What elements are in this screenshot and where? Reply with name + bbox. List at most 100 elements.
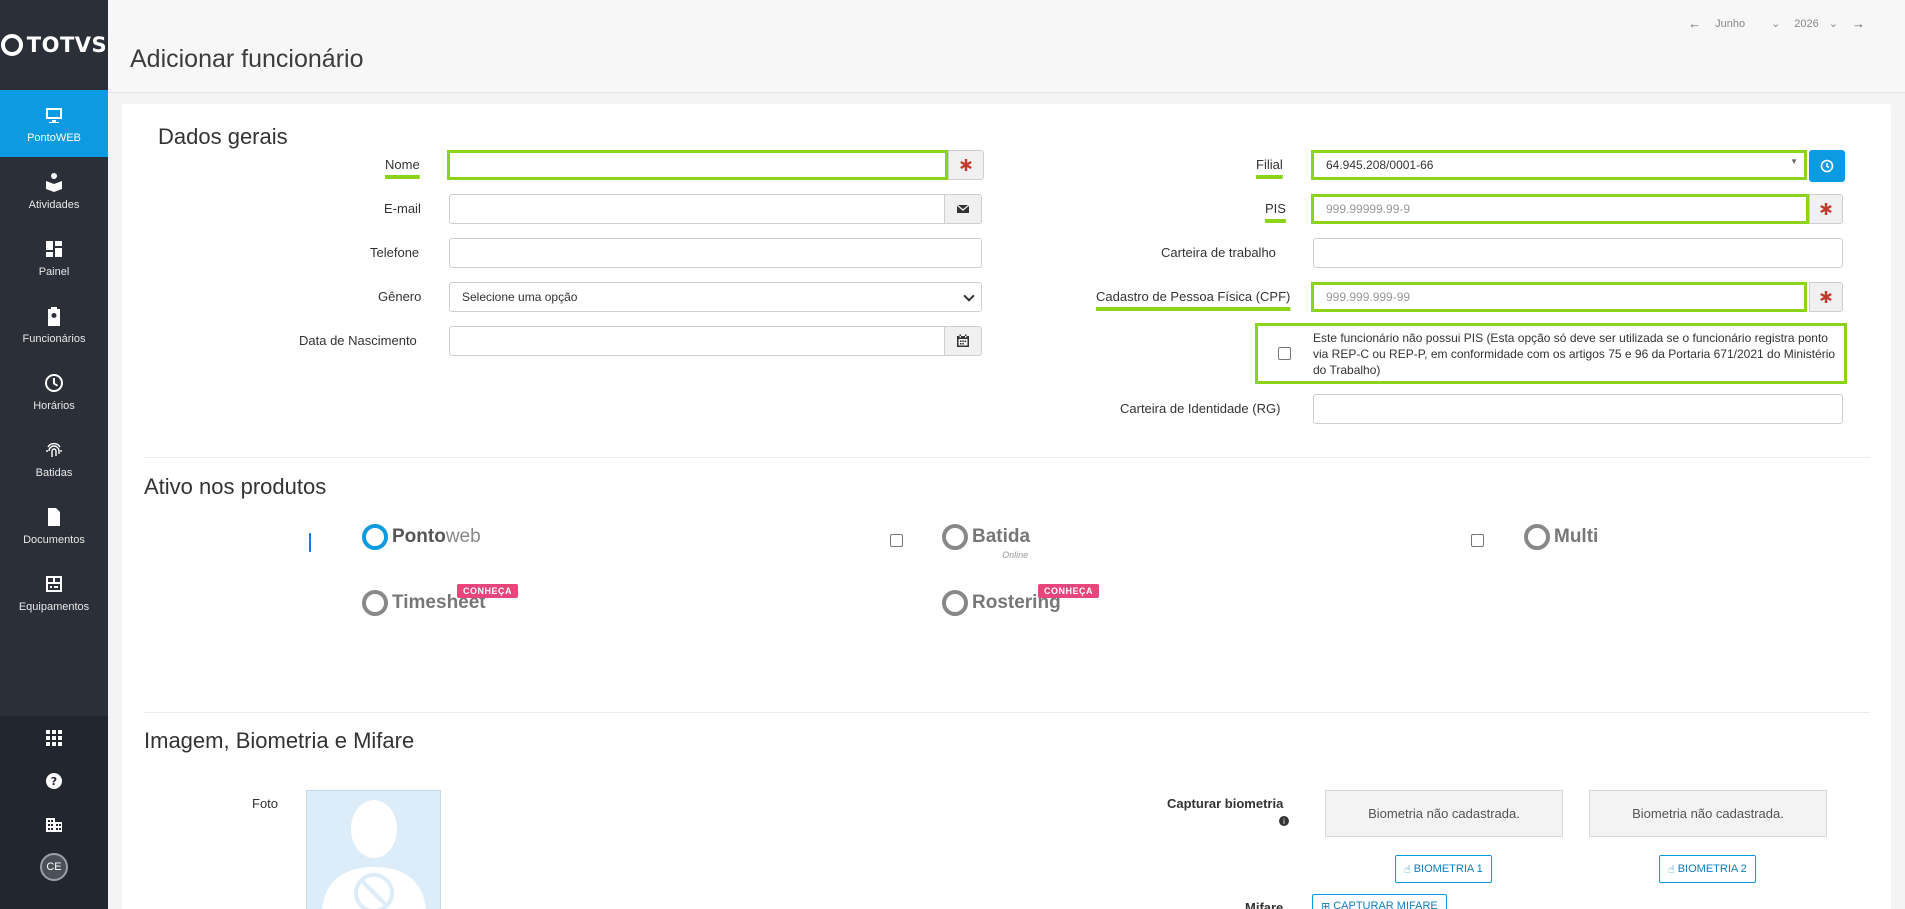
sidebar-item-label: Painel bbox=[38, 265, 70, 278]
sidebar-item-batidas[interactable]: Batidas bbox=[0, 425, 108, 492]
required-icon bbox=[1809, 194, 1843, 224]
product-logo-multi: Multi bbox=[1524, 524, 1598, 550]
year-value: 2026 bbox=[1794, 17, 1819, 30]
email-input[interactable] bbox=[449, 194, 946, 224]
section-title-imagem: Imagem, Biometria e Mifare bbox=[144, 728, 415, 753]
sidebar-bottom: ? CE bbox=[0, 716, 108, 909]
sidebar-item-funcionarios[interactable]: Funcionários bbox=[0, 291, 108, 358]
sidebar-item-label: Batidas bbox=[35, 466, 73, 479]
clipboard-user-icon bbox=[43, 305, 65, 327]
product-name: Multi bbox=[1554, 526, 1599, 547]
product-subtitle: Online bbox=[1002, 550, 1029, 560]
month-select[interactable]: Junho ⌄ bbox=[1715, 17, 1781, 31]
conheca-badge[interactable]: CONHEÇA bbox=[457, 584, 519, 598]
clock-icon bbox=[43, 372, 65, 394]
genero-selected-value: Selecione uma opção bbox=[462, 290, 578, 304]
form-card: Dados gerais Nome E-mail Telefone Gênero… bbox=[122, 104, 1891, 909]
pis-label: PIS bbox=[1265, 201, 1286, 216]
info-icon[interactable]: i bbox=[1279, 816, 1289, 826]
carteira-trabalho-label: Carteira de trabalho bbox=[1161, 245, 1276, 260]
nome-input[interactable] bbox=[447, 150, 948, 180]
filial-select[interactable]: 64.945.208/0001-66 ▼ bbox=[1311, 150, 1807, 180]
sidebar-item-horarios[interactable]: Horários bbox=[0, 358, 108, 425]
month-value: Junho bbox=[1715, 17, 1746, 30]
document-icon bbox=[43, 506, 65, 528]
caret-down-icon: ▼ bbox=[1790, 157, 1798, 166]
sidebar-item-label: Funcionários bbox=[22, 332, 86, 345]
rg-input[interactable] bbox=[1313, 394, 1843, 424]
multi-logo-icon bbox=[1524, 524, 1550, 550]
cpf-input[interactable]: 999.999.999-99 bbox=[1311, 282, 1807, 312]
page-header: Adicionar funcionário ← Junho ⌄ 2026 ⌄ → bbox=[108, 0, 1905, 93]
chevron-down-icon: ⌄ bbox=[1771, 18, 1781, 30]
conheca-badge[interactable]: CONHEÇA bbox=[1038, 584, 1100, 598]
building-icon[interactable] bbox=[0, 802, 108, 845]
telefone-input[interactable] bbox=[449, 238, 982, 268]
monitor-icon bbox=[43, 104, 65, 126]
genero-label: Gênero bbox=[378, 289, 422, 304]
hand-pointer-icon: ☝ bbox=[1668, 863, 1675, 876]
sidebar-item-pontoweb[interactable]: PontoWEB bbox=[0, 90, 108, 157]
book-reader-icon bbox=[43, 171, 65, 193]
totvs-logo[interactable]: TOTVS bbox=[0, 0, 108, 90]
pis-placeholder: 999.99999.99-9 bbox=[1326, 202, 1411, 216]
sidebar-item-label: PontoWEB bbox=[27, 131, 81, 144]
sidebar-item-label: Documentos bbox=[23, 533, 85, 546]
svg-text:?: ? bbox=[51, 775, 57, 788]
required-icon bbox=[1809, 282, 1843, 312]
equipment-icon bbox=[43, 573, 65, 595]
nascimento-label: Data de Nascimento bbox=[299, 333, 417, 348]
nome-label: Nome bbox=[385, 157, 420, 172]
sidebar-item-label: Horários bbox=[33, 399, 75, 412]
arrow-right-icon[interactable]: → bbox=[1852, 16, 1865, 31]
foto-label: Foto bbox=[252, 796, 279, 811]
product-name-suffix: web bbox=[445, 526, 481, 547]
hand-pointer-icon: ☝ bbox=[1404, 863, 1411, 876]
sem-pis-option: Este funcionário não possui PIS (Esta op… bbox=[1255, 323, 1847, 384]
mifare-label: Mifare bbox=[1245, 900, 1284, 909]
product-checkbox-batida-online[interactable] bbox=[890, 534, 903, 547]
sidebar-item-atividades[interactable]: Atividades bbox=[0, 157, 108, 224]
sem-pis-checkbox[interactable] bbox=[1278, 347, 1291, 360]
avatar[interactable]: CE bbox=[40, 852, 68, 881]
sidebar-item-painel[interactable]: Painel bbox=[0, 224, 108, 291]
biometria-1-button[interactable]: ☝ BIOMETRIA 1 bbox=[1395, 855, 1492, 883]
pis-input[interactable]: 999.99999.99-9 bbox=[1311, 194, 1809, 224]
nascimento-input[interactable] bbox=[449, 326, 946, 356]
check-circle-icon bbox=[942, 524, 968, 550]
divider bbox=[144, 457, 1870, 458]
button-label: BIOMETRIA 2 bbox=[1677, 863, 1747, 875]
plus-square-icon: ⊞ bbox=[1321, 900, 1331, 909]
clock-icon[interactable] bbox=[1809, 150, 1845, 182]
product-checkbox-pontoweb[interactable] bbox=[309, 533, 311, 552]
period-selector: ← Junho ⌄ 2026 ⌄ → bbox=[1688, 16, 1865, 31]
genero-select[interactable]: Selecione uma opção bbox=[449, 282, 982, 312]
sidebar-item-equipamentos[interactable]: Equipamentos bbox=[0, 559, 108, 626]
user-silhouette-icon bbox=[322, 800, 426, 909]
photo-placeholder[interactable] bbox=[306, 790, 441, 909]
page-title: Adicionar funcionário bbox=[130, 45, 364, 73]
biometria-2-button[interactable]: ☝ BIOMETRIA 2 bbox=[1659, 855, 1756, 883]
telefone-label: Telefone bbox=[370, 245, 420, 260]
help-icon[interactable]: ? bbox=[0, 759, 108, 802]
product-checkbox-multi[interactable] bbox=[1471, 534, 1484, 547]
play-circle-icon bbox=[362, 590, 388, 616]
grid-icon[interactable] bbox=[0, 716, 108, 759]
biometria-1-status: Biometria não cadastrada. bbox=[1325, 790, 1563, 837]
product-name: Batida bbox=[972, 526, 1031, 547]
envelope-icon bbox=[944, 194, 982, 224]
filial-label: Filial bbox=[1256, 157, 1283, 172]
calendar-icon[interactable] bbox=[944, 326, 982, 356]
capturar-mifare-button[interactable]: ⊞ CAPTURAR MIFARE bbox=[1312, 894, 1447, 909]
sidebar-item-documentos[interactable]: Documentos bbox=[0, 492, 108, 559]
section-title-produtos: Ativo nos produtos bbox=[144, 474, 327, 499]
sidebar-item-label: Atividades bbox=[28, 198, 80, 211]
carteira-trabalho-input[interactable] bbox=[1313, 238, 1843, 268]
pontoweb-logo-icon bbox=[362, 524, 388, 550]
rostering-logo-icon bbox=[942, 590, 968, 616]
sidebar-item-label: Equipamentos bbox=[18, 600, 90, 613]
arrow-left-icon[interactable]: ← bbox=[1688, 16, 1701, 31]
product-name: Ponto bbox=[392, 526, 446, 547]
year-select[interactable]: 2026 ⌄ bbox=[1794, 17, 1838, 31]
biometria-label: Capturar biometria bbox=[1167, 796, 1284, 811]
